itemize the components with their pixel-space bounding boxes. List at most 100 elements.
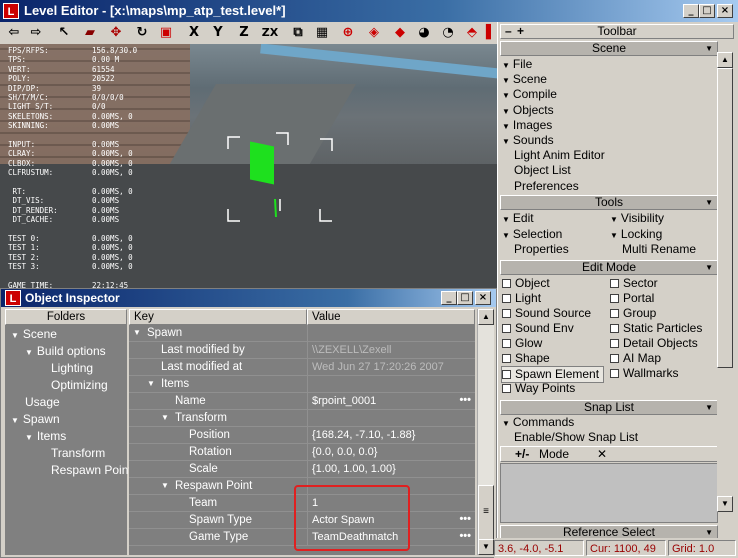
folder-item[interactable]: Usage bbox=[25, 394, 60, 411]
axis-zx-icon[interactable]: ZX bbox=[260, 24, 280, 42]
panel-scrollbar[interactable]: ▲ ▼ bbox=[717, 52, 733, 512]
select-cursor-icon[interactable]: ↖ bbox=[54, 24, 74, 42]
property-value[interactable]: {168.24, -7.10, -1.88} bbox=[307, 427, 475, 443]
commands-item[interactable]: ▼ Commands bbox=[502, 415, 574, 430]
3d-viewport[interactable]: FPS/RFPS: 156.8/30.0 TPS: 0.00 M VERT: 61554 P… bbox=[0, 44, 497, 288]
scene-menu-item[interactable]: ▼ Compile bbox=[502, 87, 557, 102]
rotate-icon[interactable]: ↻ bbox=[132, 24, 152, 42]
checkbox-icon[interactable] bbox=[502, 309, 511, 318]
property-value[interactable] bbox=[307, 325, 475, 341]
scene-menu-item[interactable]: ▼ Objects bbox=[502, 103, 554, 118]
snap-list-box[interactable] bbox=[500, 463, 718, 523]
scroll-down-icon[interactable]: ▼ bbox=[478, 539, 494, 555]
editmode-option[interactable]: Sound Env bbox=[502, 321, 574, 336]
camera-icon[interactable]: ◆ bbox=[390, 24, 410, 42]
tools-menu-item[interactable]: ▼ Selection bbox=[502, 227, 562, 242]
checkbox-icon[interactable] bbox=[610, 309, 619, 318]
folder-item[interactable]: Transform bbox=[51, 445, 105, 462]
editmode-option[interactable]: Object bbox=[502, 276, 550, 291]
editmode-option[interactable]: Detail Objects bbox=[610, 336, 698, 351]
editmode-option[interactable]: Portal bbox=[610, 291, 654, 306]
toolbar-panel-header[interactable]: – + Toolbar bbox=[500, 24, 734, 39]
scene-section-header[interactable]: Scene ▼ bbox=[500, 41, 718, 56]
expand-arrow-icon[interactable]: ▼ bbox=[11, 331, 19, 340]
inspector-close-icon[interactable]: × bbox=[475, 291, 491, 305]
checkbox-icon[interactable] bbox=[502, 339, 511, 348]
checkbox-icon[interactable] bbox=[502, 324, 511, 333]
editmode-option[interactable]: Glow bbox=[502, 336, 542, 351]
property-row[interactable]: ▼ Items bbox=[129, 376, 475, 393]
snap-grid-icon[interactable]: ▦ bbox=[312, 24, 332, 42]
toolbar-add-icon[interactable]: + bbox=[517, 25, 524, 38]
inspector-maximize-icon[interactable]: □ bbox=[457, 291, 473, 305]
scroll-up-icon[interactable]: ▲ bbox=[478, 309, 494, 325]
folder-item[interactable]: ▼ Spawn bbox=[11, 411, 60, 428]
key-column-header[interactable]: Key bbox=[129, 309, 307, 325]
axis-y-icon[interactable]: Y bbox=[208, 24, 228, 42]
checkbox-icon[interactable] bbox=[610, 354, 619, 363]
expand-arrow-icon[interactable]: ▼ bbox=[25, 433, 33, 442]
value-column-header[interactable]: Value bbox=[307, 309, 475, 325]
ellipsis-button[interactable]: ••• bbox=[459, 529, 471, 543]
editmode-option[interactable]: Way Points bbox=[502, 381, 575, 396]
folder-item[interactable]: ▼ Build options bbox=[25, 343, 106, 360]
scene-menu-item[interactable]: Light Anim Editor bbox=[514, 148, 605, 163]
property-row[interactable]: Name $rpoint_0001 ••• bbox=[129, 393, 475, 410]
checkbox-icon[interactable] bbox=[502, 354, 511, 363]
toolbar-close-icon[interactable]: – bbox=[505, 25, 512, 38]
arrow-right-icon[interactable]: ⇨ bbox=[26, 24, 46, 42]
scale-icon[interactable]: ▣ bbox=[156, 24, 176, 42]
minimize-icon[interactable]: _ bbox=[683, 4, 699, 18]
tools-menu-item[interactable]: ▼ Edit bbox=[502, 211, 534, 226]
inspector-minimize-icon[interactable]: _ bbox=[441, 291, 457, 305]
editmode-option[interactable]: Static Particles bbox=[610, 321, 702, 336]
add-object-icon[interactable]: ▰ bbox=[80, 24, 100, 42]
close-icon[interactable]: × bbox=[717, 4, 733, 18]
property-value[interactable] bbox=[307, 376, 475, 392]
inspector-scrollbar[interactable]: ▲ ≡ ▼ bbox=[477, 309, 494, 555]
checkbox-icon[interactable] bbox=[610, 279, 619, 288]
property-row[interactable]: Scale {1.00, 1.00, 1.00} bbox=[129, 461, 475, 478]
move-icon[interactable]: ✥ bbox=[106, 24, 126, 42]
property-value[interactable]: \\ZEXELL\Zexell bbox=[307, 342, 475, 358]
maximize-icon[interactable]: □ bbox=[699, 4, 715, 18]
tools-menu-item[interactable]: Multi Rename bbox=[622, 242, 696, 257]
editmode-option[interactable]: Light bbox=[502, 291, 541, 306]
expand-arrow-icon[interactable]: ▼ bbox=[25, 348, 33, 357]
property-value[interactable]: {1.00, 1.00, 1.00} bbox=[307, 461, 475, 477]
expand-arrow-icon[interactable]: ▼ bbox=[133, 325, 141, 341]
scroll-thumb[interactable]: ≡ bbox=[478, 485, 494, 541]
property-value[interactable]: $rpoint_0001 bbox=[307, 393, 475, 409]
extra-tool-icon[interactable]: ▌ bbox=[486, 24, 496, 42]
property-row[interactable]: Position {168.24, -7.10, -1.88} bbox=[129, 427, 475, 444]
property-value[interactable]: {0.0, 0.0, 0.0} bbox=[307, 444, 475, 460]
checkbox-icon[interactable] bbox=[610, 294, 619, 303]
editmode-option[interactable]: Group bbox=[610, 306, 656, 321]
axis-z-icon[interactable]: Z bbox=[234, 24, 254, 42]
scroll-down-icon[interactable]: ▼ bbox=[717, 496, 733, 512]
spawn-point-object[interactable] bbox=[250, 141, 274, 185]
axis-x-icon[interactable]: X bbox=[184, 24, 204, 42]
editmode-option[interactable]: Shape bbox=[502, 351, 550, 366]
checkbox-icon[interactable] bbox=[502, 294, 511, 303]
folder-item[interactable]: Lighting bbox=[51, 360, 93, 377]
expand-arrow-icon[interactable]: ▼ bbox=[147, 376, 155, 392]
tools-menu-item[interactable]: ▼ Visibility bbox=[610, 211, 664, 226]
snaplist-section-header[interactable]: Snap List ▼ bbox=[500, 400, 718, 415]
checkbox-icon[interactable] bbox=[610, 339, 619, 348]
property-row[interactable]: ▼ Spawn bbox=[129, 325, 475, 342]
scroll-thumb[interactable] bbox=[717, 68, 733, 368]
checkbox-icon[interactable] bbox=[610, 369, 619, 378]
property-row[interactable]: ▼ Transform bbox=[129, 410, 475, 427]
expand-arrow-icon[interactable]: ▼ bbox=[161, 410, 169, 426]
editmode-option[interactable]: Sound Source bbox=[502, 306, 591, 321]
plus-minus-button[interactable]: +/- bbox=[515, 447, 529, 461]
folder-item[interactable]: Optimizing bbox=[51, 377, 108, 394]
expand-arrow-icon[interactable]: ▼ bbox=[161, 478, 169, 494]
enable-show-snap-list-item[interactable]: Enable/Show Snap List bbox=[514, 430, 638, 445]
checkbox-icon[interactable] bbox=[610, 324, 619, 333]
render-icon[interactable]: ◔ bbox=[438, 24, 458, 42]
snap-vertex-icon[interactable]: ⊕ bbox=[338, 24, 358, 42]
editmode-option[interactable]: Wallmarks bbox=[610, 366, 679, 381]
scene-menu-item[interactable]: Preferences bbox=[514, 179, 579, 194]
